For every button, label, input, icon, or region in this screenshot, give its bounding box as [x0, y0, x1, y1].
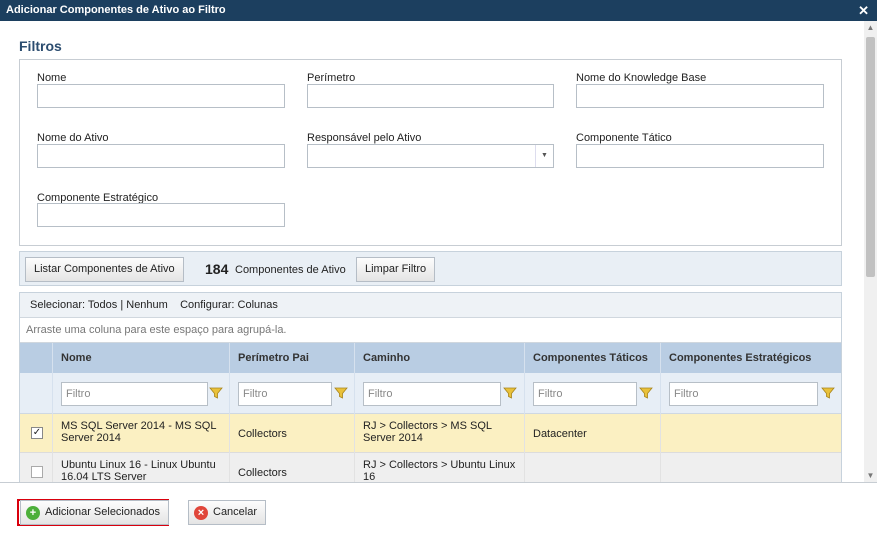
configurar-label: Configurar: — [180, 299, 235, 311]
perimetro-input[interactable] — [307, 84, 554, 108]
cell-caminho: RJ > Collectors > Ubuntu Linux 16 — [354, 453, 524, 482]
grid-header-row: Nome Perímetro Pai Caminho Componentes T… — [20, 343, 841, 373]
cell-nome: MS SQL Server 2014 - MS SQL Server 2014 — [52, 414, 229, 453]
componente-tatico-input[interactable] — [576, 144, 824, 168]
row-checkbox-cell: ✓ — [20, 414, 52, 453]
nome-label: Nome — [37, 72, 67, 84]
cell-taticos — [524, 453, 660, 482]
cancelar-label: Cancelar — [213, 506, 258, 518]
result-count-label: Componentes de Ativo — [235, 264, 346, 276]
row-checkbox[interactable]: ✓ — [31, 427, 43, 439]
filter-funnel-icon[interactable] — [209, 386, 223, 400]
scroll-thumb[interactable] — [866, 37, 875, 277]
filter-funnel-icon[interactable] — [503, 386, 517, 400]
cancel-icon: × — [194, 506, 208, 520]
responsavel-label: Responsável pelo Ativo — [307, 132, 422, 144]
filter-input-caminho[interactable]: Filtro — [363, 382, 501, 406]
dropdown-arrow-icon[interactable]: ▼ — [535, 145, 553, 167]
dialog-title: Adicionar Componentes de Ativo ao Filtro — [6, 4, 226, 16]
action-toolbar: Listar Componentes de Ativo 184 Componen… — [19, 251, 842, 286]
selecionar-label: Selecionar: — [30, 299, 86, 311]
adicionar-label: Adicionar Selecionados — [45, 506, 160, 518]
filter-input-estrategicos[interactable]: Filtro — [669, 382, 818, 406]
cell-perimetro: Collectors — [229, 453, 354, 482]
header-perimetro[interactable]: Perímetro Pai — [229, 343, 354, 373]
filter-funnel-icon[interactable] — [334, 386, 348, 400]
result-count: 184 — [205, 261, 229, 277]
table-row[interactable]: Ubuntu Linux 16 - Linux Ubuntu 16.04 LTS… — [20, 453, 841, 482]
filter-input-perimetro[interactable]: Filtro — [238, 382, 332, 406]
nome-input[interactable] — [37, 84, 285, 108]
filter-cell-perimetro: Filtro — [229, 373, 354, 414]
filter-funnel-icon[interactable] — [639, 386, 653, 400]
components-grid: Selecionar: Todos | Nenhum Configurar: C… — [19, 292, 842, 482]
header-checkbox-col — [20, 343, 52, 373]
filter-cell-caminho: Filtro — [354, 373, 524, 414]
dialog-content: Filtros Nome Perímetro Nome do Knowledge… — [0, 21, 864, 482]
cell-estrategicos — [660, 414, 841, 453]
filter-cell-taticos: Filtro — [524, 373, 660, 414]
table-row[interactable]: ✓ MS SQL Server 2014 - MS SQL Server 201… — [20, 414, 841, 453]
listar-button[interactable]: Listar Componentes de Ativo — [25, 257, 184, 282]
group-drop-area[interactable]: Arraste uma coluna para este espaço para… — [20, 318, 841, 343]
scroll-up-icon[interactable]: ▲ — [864, 21, 877, 34]
grid-selection-bar: Selecionar: Todos | Nenhum Configurar: C… — [20, 293, 841, 318]
perimetro-label: Perímetro — [307, 72, 356, 84]
filter-cell-estrategicos: Filtro — [660, 373, 841, 414]
componente-tatico-label: Componente Tático — [576, 132, 672, 144]
filter-cell-nome: Filtro — [52, 373, 229, 414]
row-checkbox-cell — [20, 453, 52, 482]
cell-taticos: Datacenter — [524, 414, 660, 453]
adicionar-selecionados-button[interactable]: + Adicionar Selecionados — [20, 500, 169, 525]
grid-filter-row: Filtro Filtro Filtro Filtro Filtro — [20, 373, 841, 414]
limpar-filtro-button[interactable]: Limpar Filtro — [356, 257, 436, 282]
cell-estrategicos — [660, 453, 841, 482]
cancelar-button[interactable]: × Cancelar — [188, 500, 267, 525]
add-icon: + — [26, 506, 40, 520]
header-estrategicos[interactable]: Componentes Estratégicos — [660, 343, 841, 373]
separator: | — [120, 299, 124, 311]
dialog-footer: + Adicionar Selecionados × Cancelar — [0, 482, 877, 538]
filter-funnel-icon[interactable] — [821, 386, 835, 400]
scroll-down-icon[interactable]: ▼ — [864, 469, 877, 482]
cell-perimetro: Collectors — [229, 414, 354, 453]
filter-checkbox-col — [20, 373, 52, 414]
header-caminho[interactable]: Caminho — [354, 343, 524, 373]
filter-input-nome[interactable]: Filtro — [61, 382, 208, 406]
cell-nome: Ubuntu Linux 16 - Linux Ubuntu 16.04 LTS… — [52, 453, 229, 482]
header-taticos[interactable]: Componentes Táticos — [524, 343, 660, 373]
colunas-link[interactable]: Colunas — [238, 299, 278, 311]
nome-ativo-input[interactable] — [37, 144, 285, 168]
row-checkbox[interactable] — [31, 466, 43, 478]
close-icon[interactable]: ✕ — [858, 0, 869, 21]
cell-caminho: RJ > Collectors > MS SQL Server 2014 — [354, 414, 524, 453]
select-all-link[interactable]: Todos — [88, 299, 117, 311]
dialog-titlebar: Adicionar Componentes de Ativo ao Filtro… — [0, 0, 877, 21]
nome-kb-input[interactable] — [576, 84, 824, 108]
componente-estrategico-input[interactable] — [37, 203, 285, 227]
filters-heading: Filtros — [19, 38, 62, 54]
header-nome[interactable]: Nome — [52, 343, 229, 373]
filters-panel: Nome Perímetro Nome do Knowledge Base No… — [19, 59, 842, 246]
nome-ativo-label: Nome do Ativo — [37, 132, 109, 144]
responsavel-select[interactable]: ▼ — [307, 144, 554, 168]
vertical-scrollbar[interactable]: ▲ ▼ — [864, 21, 877, 482]
select-none-link[interactable]: Nenhum — [126, 299, 168, 311]
filter-input-taticos[interactable]: Filtro — [533, 382, 637, 406]
nome-kb-label: Nome do Knowledge Base — [576, 72, 707, 84]
